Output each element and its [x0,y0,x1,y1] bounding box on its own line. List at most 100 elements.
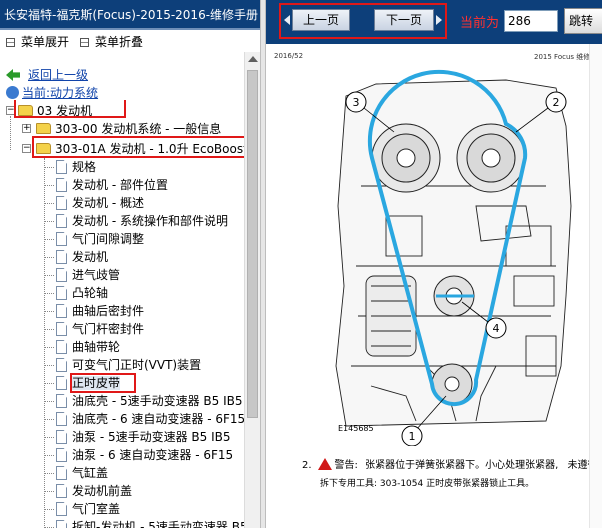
document-icon [56,430,67,444]
document-icon [56,340,67,354]
tree-line [44,383,54,384]
tree-leaf-label: 凸轮轴 [72,286,109,300]
tree-line [44,473,54,474]
document-icon [56,268,67,282]
tree-leaf-label: 气门杆密封件 [72,322,145,336]
document-icon [56,304,67,318]
back-arrow-icon [6,69,20,81]
tree-leaf[interactable]: 曲轴带轮 [56,338,120,356]
collapse-menu-button[interactable]: 菜单折叠 [80,34,143,50]
tree-leaf-label: 拆卸-发动机 - 5速手动变速器 B5 [72,520,244,528]
tree-leaf[interactable]: 发动机 - 部件位置 [56,176,168,194]
tree-leaf[interactable]: 发动机 - 概述 [56,194,144,212]
tree-line [44,437,54,438]
tree-leaf-label: 曲轴带轮 [72,340,121,354]
tree-leaf[interactable]: 气门间隙调整 [56,230,144,248]
right-pane: 上一页 下一页 当前为 跳转 2016/52 2015 Focus 维修手册 [266,0,602,528]
tree-leaf[interactable]: 气门室盖 [56,500,120,518]
tree-line [44,311,54,312]
document-icon [56,214,67,228]
document-icon [56,358,67,372]
tool-instruction: 拆下专用工具: 303-1054 正时皮带张紧器锁止工具。 [320,479,535,489]
document-icon [56,178,67,192]
jump-button[interactable]: 跳转 [564,8,602,34]
expand-menu-label: 菜单展开 [21,35,70,49]
tree-line [44,491,54,492]
tree-line [44,275,54,276]
tree-line [44,455,54,456]
current-section-label: 当前:动力系统 [22,86,99,100]
left-pane: 长安福特-福克斯(Focus)-2015-2016-维修手册 菜单展开 菜单折叠… [0,0,260,528]
tree-line [44,419,54,420]
warning-icon [317,458,332,470]
callout-3-label: 3 [353,96,360,109]
scrollbar-thumb[interactable] [247,70,258,418]
back-link-row[interactable]: 返回上一级 [6,66,88,82]
tree-leaf[interactable]: 可变气门正时(VVT)装置 [56,356,201,374]
document-icon [56,484,67,498]
callout-4-label: 4 [493,322,500,335]
expand-menu-button[interactable]: 菜单展开 [6,34,69,50]
document-icon [56,520,67,528]
tree-leaf-label: 曲轴后密封件 [72,304,145,318]
location-icon [6,86,19,99]
root-highlight-box [14,100,126,118]
tree-leaf-label: 发动机前盖 [72,484,133,498]
tree-leaf[interactable]: 发动机前盖 [56,482,132,500]
tree-line [44,401,54,402]
collapse-icon [80,38,89,47]
expand-icon [6,38,15,47]
document-icon [56,196,67,210]
document-icon [56,286,67,300]
tree-node-303-00-label: 303-00 发动机系统 - 一般信息 [55,122,222,136]
tree-leaf[interactable]: 气缸盖 [56,464,108,482]
tree-leaf-label: 进气歧管 [72,268,121,282]
document-scrollbar[interactable] [589,44,602,528]
tree-leaf[interactable]: 曲轴后密封件 [56,302,144,320]
tree-leaf[interactable]: 油泵 - 5速手动变速器 B5 IB5 [56,428,231,446]
tree-leaf[interactable]: 油泵 - 6 速自动变速器 - 6F15 [56,446,233,464]
tree-leaf-label: 油底壳 - 5速手动变速器 B5 IB5 [72,394,243,408]
tree-line [44,365,54,366]
document-icon [56,232,67,246]
current-page-label: 当前为 [460,16,500,31]
document-icon [56,160,67,174]
tree-line [44,167,54,168]
tree-leaf[interactable]: 发动机 - 系统操作和部件说明 [56,212,228,230]
tree-leaf[interactable]: 发动机 [56,248,108,266]
page-navigation-bar: 上一页 下一页 当前为 跳转 [266,0,602,44]
tree-leaf-label: 发动机 - 系统操作和部件说明 [72,214,228,228]
child2-collapse-toggle[interactable]: − [22,144,31,153]
menu-toolbar: 菜单展开 菜单折叠 [0,30,258,52]
document-icon [56,250,67,264]
tree-leaf[interactable]: 油底壳 - 5速手动变速器 B5 IB5 [56,392,243,410]
tree-leaf-label: 发动机 [72,250,109,264]
current-section-row[interactable]: 当前:动力系统 [6,84,98,100]
tree-leaf-label: 气缸盖 [72,466,109,480]
scroll-up-arrow-icon[interactable] [248,56,258,62]
tree-line [10,116,11,150]
document-icon [56,502,67,516]
document-icon [56,466,67,480]
tree-leaf[interactable]: 气门杆密封件 [56,320,144,338]
tree-leaf-label: 气门间隙调整 [72,232,145,246]
pager-highlight-box [279,3,447,39]
tree-line [44,293,54,294]
child1-expand-toggle[interactable]: + [22,124,31,133]
tree-leaf[interactable]: 拆卸-发动机 - 5速手动变速器 B5 [56,518,244,528]
tree-leaf[interactable]: 规格 [56,158,96,176]
page-number-input[interactable] [504,10,558,32]
child2-highlight-box [32,136,244,158]
selected-leaf-highlight-box [70,373,136,393]
page-header-left: 2016/52 [274,52,304,60]
document-icon [56,412,67,426]
tree-leaf-label: 油底壳 - 6 速自动变速器 - 6F15 [72,412,244,426]
tree-leaf[interactable]: 进气歧管 [56,266,120,284]
left-scrollbar[interactable] [244,52,260,528]
tree-leaf[interactable]: 凸轮轴 [56,284,108,302]
document-icon [56,448,67,462]
back-link[interactable]: 返回上一级 [28,68,88,82]
tree-leaf[interactable]: 油底壳 - 6 速自动变速器 - 6F15 [56,410,244,428]
document-page: 2016/52 2015 Focus 维修手册 3 2 4 1 E145685 … [266,44,602,528]
warning-text: 张紧器位于弹簧张紧器下。小心处理张紧器, [365,460,559,471]
